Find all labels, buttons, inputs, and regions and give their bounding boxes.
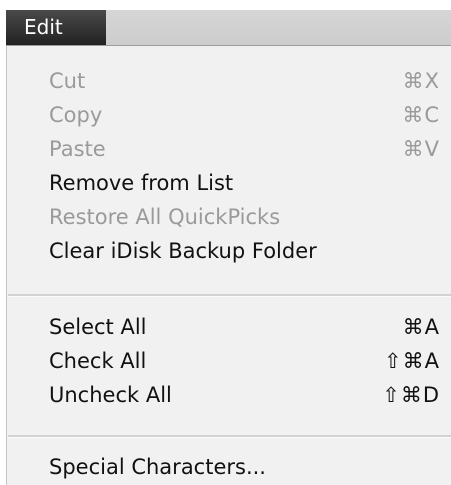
edit-menu: Cut ⌘X Copy ⌘C Paste ⌘V Remove from List… — [6, 46, 451, 485]
menu-item-label: Special Characters... — [49, 455, 266, 479]
menu-item-clear-idisk-backup-folder[interactable]: Clear iDisk Backup Folder — [7, 234, 451, 268]
menu-item-select-all[interactable]: Select All ⌘A — [7, 310, 451, 344]
menu-item-label: Copy — [49, 103, 103, 127]
menu-item-shortcut: ⌘V — [402, 137, 440, 161]
menu-item-label: Cut — [49, 69, 86, 93]
menu-item-cut: Cut ⌘X — [7, 64, 451, 98]
menu-item-check-all[interactable]: Check All ⇧⌘A — [7, 344, 451, 378]
menu-item-shortcut: ⇧⌘D — [382, 383, 440, 407]
menu-item-label: Restore All QuickPicks — [49, 205, 281, 229]
menu-separator — [8, 435, 451, 438]
menu-item-remove-from-list[interactable]: Remove from List — [7, 166, 451, 200]
menu-item-label: Select All — [49, 315, 147, 339]
menu-item-shortcut: ⌘C — [402, 103, 440, 127]
menu-item-uncheck-all[interactable]: Uncheck All ⇧⌘D — [7, 378, 451, 412]
menu-item-restore-all-quickpicks: Restore All QuickPicks — [7, 200, 451, 234]
menu-separator — [8, 294, 451, 297]
menu-bar: Edit — [6, 10, 451, 46]
menu-item-label: Paste — [49, 137, 106, 161]
menu-item-label: Uncheck All — [49, 383, 172, 407]
menu-item-shortcut: ⌘X — [402, 69, 440, 93]
edit-menu-title[interactable]: Edit — [6, 10, 106, 45]
menu-item-label: Check All — [49, 349, 147, 373]
menu-item-copy: Copy ⌘C — [7, 98, 451, 132]
menu-item-label: Remove from List — [49, 171, 234, 195]
menu-item-shortcut: ⌘A — [402, 315, 440, 339]
menu-item-shortcut: ⇧⌘A — [384, 349, 440, 373]
menu-item-paste: Paste ⌘V — [7, 132, 451, 166]
menu-item-label: Clear iDisk Backup Folder — [49, 239, 317, 263]
menu-item-special-characters[interactable]: Special Characters... — [7, 450, 451, 484]
